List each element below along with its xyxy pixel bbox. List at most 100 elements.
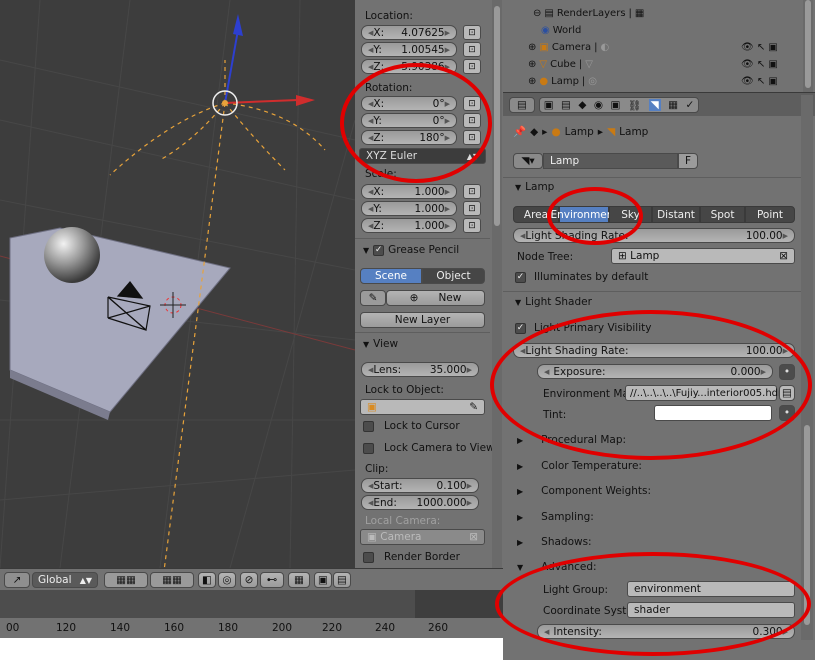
mesh-data-icon: ▽ — [585, 59, 593, 70]
eyedropper-icon[interactable]: ✎ — [469, 401, 478, 413]
outliner-row-renderlayers[interactable]: ⊖ ▤ RenderLayers | ▦ — [533, 8, 644, 19]
lock-icon[interactable]: ⊡ — [463, 59, 481, 74]
snap-element-icon[interactable]: ⊷ — [260, 572, 284, 588]
clear-icon[interactable]: ⊠ — [469, 531, 478, 543]
particles-icon: ✓ — [685, 99, 695, 111]
grease-object-tab[interactable]: Object — [422, 268, 485, 284]
lamp-type-spot[interactable]: Spot — [700, 206, 745, 223]
pin-icon[interactable]: 📌 — [513, 125, 526, 138]
clip-start-field[interactable]: ◀ Start: 0.100 ▶ — [361, 478, 479, 493]
texture-icon: ▦ — [668, 99, 679, 111]
camera-data-icon: ◐ — [600, 42, 610, 53]
location-y-field[interactable]: ◀ Y: 1.00545 ▶ — [361, 42, 457, 57]
render-layers-icon: ▤ — [544, 8, 554, 19]
lock-to-cursor-toggle[interactable]: Lock to Cursor — [363, 420, 460, 432]
timeline-tick: 260 — [428, 622, 449, 634]
timeline-tick: 00 — [6, 622, 20, 634]
lock-icon[interactable]: ⊡ — [463, 25, 481, 40]
lamp-icon: ● — [551, 125, 561, 138]
component-weights-subpanel[interactable]: ▶ Component Weights: — [517, 485, 651, 497]
pencil-icon[interactable]: ✎ — [360, 290, 386, 306]
visibility-icons[interactable]: 👁 ↖ ▣ — [741, 59, 778, 70]
lamp-type-distant[interactable]: Distant — [652, 206, 700, 223]
lamp-type-point[interactable]: Point — [745, 206, 795, 223]
scale-x-field[interactable]: ◀ X: 1.000 ▶ — [361, 184, 457, 199]
3d-viewport[interactable] — [0, 0, 355, 568]
render-icon: ▣ — [543, 99, 554, 111]
lamp-panel-header[interactable]: ▼ Lamp — [515, 181, 554, 193]
lamp-datablock-browse[interactable]: ◥▾ — [513, 153, 543, 169]
camera-icon: ▣ — [367, 531, 377, 543]
viewport-scene — [0, 0, 355, 568]
layer-lock-icon[interactable]: ◧ — [198, 572, 216, 588]
lamp-name-field[interactable]: Lamp — [543, 153, 678, 169]
node-tree-label: Node Tree: — [517, 251, 574, 263]
layers-grid-2[interactable]: ▦▦ — [150, 572, 194, 588]
snap-icon[interactable]: ⊘ — [240, 572, 258, 588]
grease-pencil-header[interactable]: ▼ ✓ Grease Pencil — [363, 244, 459, 256]
illuminates-toggle[interactable]: ✓ Illuminates by default — [515, 271, 648, 283]
snap-target-icon[interactable]: ▦ — [288, 572, 310, 588]
lens-field[interactable]: ◀ Lens: 35.000 ▶ — [361, 362, 479, 377]
render-layer-icon: ▦ — [634, 8, 645, 19]
lock-icon[interactable]: ⊡ — [463, 218, 481, 233]
lock-object-field[interactable]: ▣ ✎ — [360, 399, 485, 415]
light-shader-header[interactable]: ▼ Light Shader — [515, 296, 592, 308]
color-temperature-subpanel[interactable]: ▶ Color Temperature: — [517, 460, 642, 472]
lamp-data-icon: ◎ — [588, 76, 598, 87]
outliner-scrollbar[interactable] — [803, 0, 813, 92]
outliner-row-world[interactable]: ◉ World — [541, 25, 581, 36]
outliner-row-camera[interactable]: ⊕ ▣ Camera | ◐ — [528, 42, 609, 53]
clear-icon: ⊠ — [779, 250, 788, 262]
lock-camera-toggle[interactable]: Lock Camera to View — [363, 442, 495, 454]
lock-to-object-label: Lock to Object: — [365, 384, 444, 396]
new-layer-button[interactable]: New Layer — [360, 312, 485, 328]
local-camera-field[interactable]: ▣ Camera ⊠ — [360, 529, 485, 545]
lock-icon[interactable]: ⊡ — [463, 184, 481, 199]
proportional-edit-icon[interactable]: ◎ — [218, 572, 236, 588]
sidebar-scrollbar[interactable] — [492, 0, 502, 568]
context-tab-bar[interactable]: ▣ ▤ ◆ ◉ ▣ ⛓ ◥ ▦ ✓ — [539, 97, 699, 113]
fake-user-button[interactable]: F — [678, 153, 698, 169]
opengl-anim-icon[interactable]: ▤ — [333, 572, 351, 588]
outliner: ⊖ ▤ RenderLayers | ▦ ◉ World ⊕ ▣ Camera | ◐ ⊕ ▽ Cub… — [503, 0, 815, 92]
transform-manipulator-icon[interactable]: ↗ — [4, 572, 30, 588]
breadcrumb: 📌 ◆ ▸ ● Lamp ▸ ◥ Lamp — [513, 125, 649, 139]
layers-icon: ▤ — [561, 99, 571, 111]
annotation-circle-light-shader — [490, 310, 812, 460]
timeline-tick: 200 — [272, 622, 293, 634]
x-axis-arrow — [224, 99, 299, 104]
world-icon: ◉ — [541, 25, 550, 36]
render-border-toggle[interactable]: Render Border — [363, 551, 460, 563]
clip-end-field[interactable]: ◀ End: 1000.000 ▶ — [361, 495, 479, 510]
grease-new-button[interactable]: ⊕ New — [386, 290, 485, 306]
opengl-render-icon[interactable]: ▣ — [314, 572, 332, 588]
scale-z-field[interactable]: ◀ Z: 1.000 ▶ — [361, 218, 457, 233]
lock-icon[interactable]: ⊡ — [463, 42, 481, 57]
location-x-field[interactable]: ◀ X: 4.07625 ▶ — [361, 25, 457, 40]
visibility-icons[interactable]: 👁 ↖ ▣ — [741, 42, 778, 53]
scene-icon: ◆ — [530, 125, 539, 138]
shadows-subpanel[interactable]: ▶ Shadows: — [517, 536, 592, 548]
timeline-tick: 240 — [375, 622, 396, 634]
context-tabs: ▤ ▣ ▤ ◆ ◉ ▣ ⛓ ◥ ▦ ✓ — [503, 92, 815, 116]
camera-icon: ▣ — [539, 42, 549, 53]
outliner-row-lamp[interactable]: ⊕ ● Lamp | ◎ — [528, 76, 597, 87]
editor-type-icon[interactable]: ▤ — [509, 97, 535, 113]
sphere-mesh — [44, 227, 100, 283]
outliner-row-cube[interactable]: ⊕ ▽ Cube | ▽ — [528, 59, 593, 70]
grease-scene-tab[interactable]: Scene — [360, 268, 422, 284]
sampling-subpanel[interactable]: ▶ Sampling: — [517, 511, 594, 523]
clip-label: Clip: — [365, 463, 389, 475]
scale-y-field[interactable]: ◀ Y: 1.000 ▶ — [361, 201, 457, 216]
layers-grid-1[interactable]: ▦▦ — [104, 572, 148, 588]
orientation-dropdown[interactable]: Global ▲▼ — [32, 572, 98, 588]
lock-icon[interactable]: ⊡ — [463, 201, 481, 216]
timeline-ruler[interactable]: 00 120 140 160 180 200 220 240 260 — [0, 590, 503, 660]
lamp-data-icon: ◥ — [607, 125, 616, 138]
timeline-tick: 140 — [110, 622, 131, 634]
visibility-icons[interactable]: 👁 ↖ ▣ — [741, 76, 778, 87]
world-icon: ◉ — [593, 99, 604, 111]
view-panel-header[interactable]: ▼ View — [363, 338, 398, 350]
node-tree-field[interactable]: ⊞ Lamp ⊠ — [611, 248, 795, 264]
